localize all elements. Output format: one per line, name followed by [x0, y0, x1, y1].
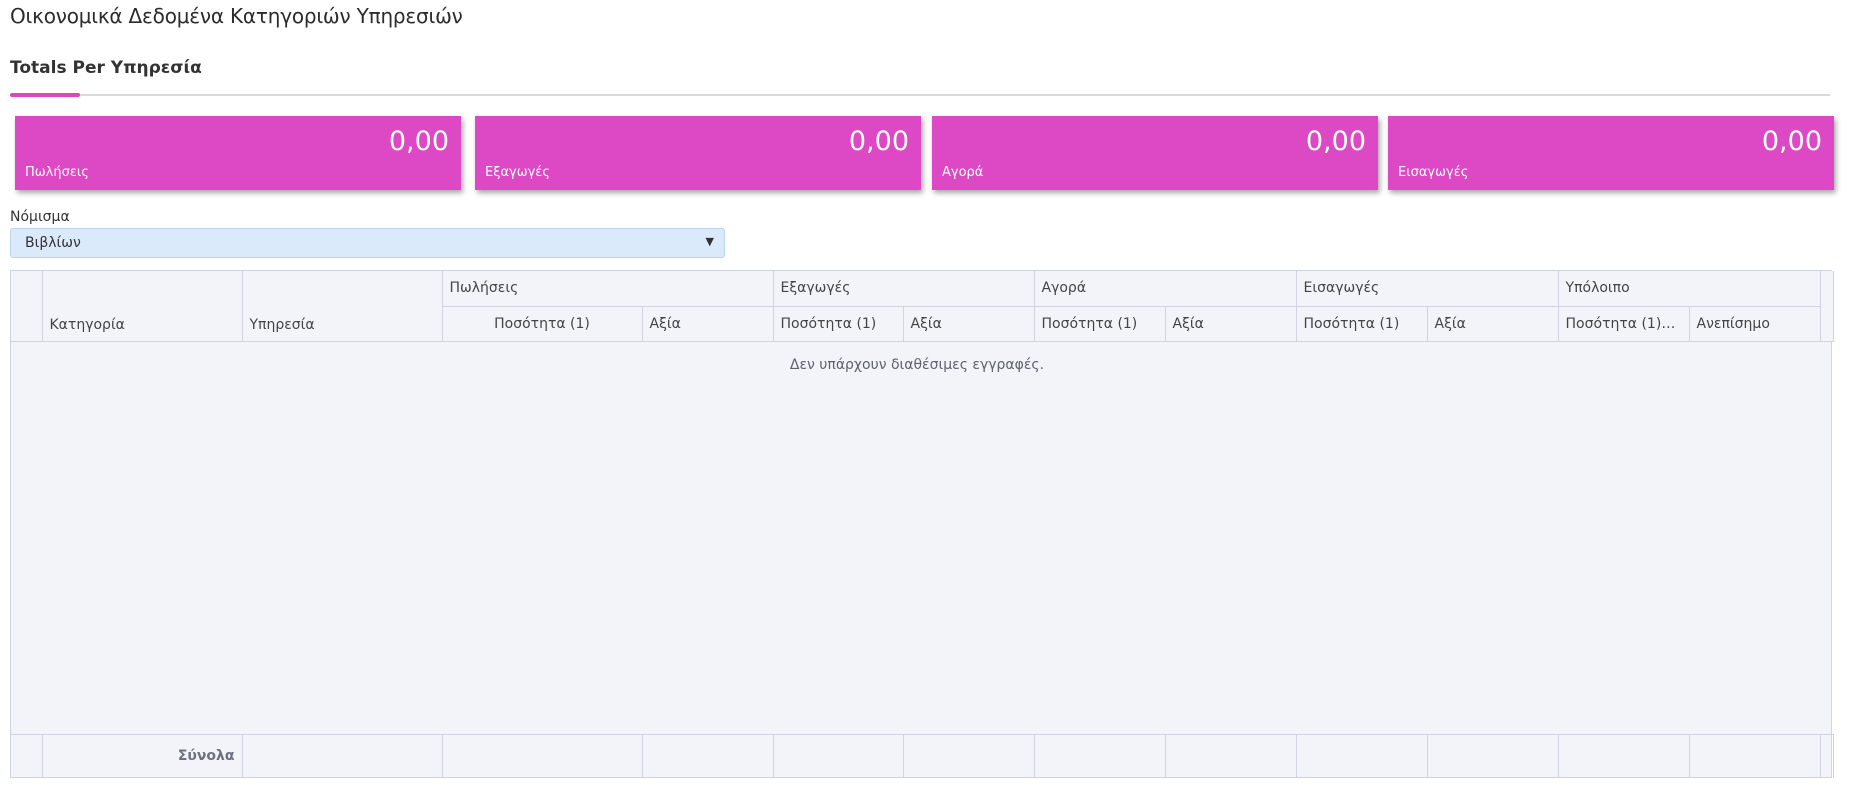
tab-totals-per-service[interactable]: Totals Per Υπηρεσία [10, 58, 202, 78]
caret-down-icon: ▼ [705, 235, 714, 248]
card-value: 0,00 [388, 126, 449, 157]
footer-cell [773, 734, 904, 778]
grid-body [11, 343, 1831, 734]
col-header-balance-qty[interactable]: Ποσότητα (1)Λογιστικό [1558, 306, 1690, 342]
group-header-imports: Εισαγωγές [1296, 271, 1559, 307]
grid-footer: Σύνολα [11, 734, 1834, 778]
footer-cell [1165, 734, 1297, 778]
footer-cell [1296, 734, 1428, 778]
active-tab-indicator [10, 93, 80, 97]
card-label: Εξαγωγές [485, 165, 550, 180]
group-header-sales: Πωλήσεις [442, 271, 774, 307]
tab-bar: Totals Per Υπηρεσία [10, 58, 1830, 97]
col-header-imports-qty[interactable]: Ποσότητα (1) [1296, 306, 1428, 342]
footer-cell [642, 734, 774, 778]
card-value: 0,00 [848, 126, 909, 157]
empty-records-message: Δεν υπάρχουν διαθέσιμες εγγραφές. [789, 357, 1045, 373]
card-exports: 0,00 Εξαγωγές [475, 116, 921, 190]
totals-label: Σύνολα [42, 734, 243, 778]
footer-cell [1820, 734, 1834, 778]
footer-cell [1034, 734, 1166, 778]
col-header-imports-value[interactable]: Αξία [1427, 306, 1559, 342]
footer-cell [242, 734, 443, 778]
grid-scroll-gutter [1820, 271, 1834, 342]
col-header-purchase-qty[interactable]: Ποσότητα (1) [1034, 306, 1166, 342]
col-header-sales-qty[interactable]: Ποσότητα (1) [442, 306, 643, 342]
col-header-category[interactable]: Κατηγορία [42, 271, 243, 342]
currency-select[interactable]: Βιβλίων ▼ [10, 228, 725, 258]
currency-selected-value: Βιβλίων [25, 235, 81, 251]
footer-cell [1558, 734, 1690, 778]
card-imports: 0,00 Εισαγωγές [1388, 116, 1834, 190]
group-header-exports: Εξαγωγές [773, 271, 1035, 307]
col-header-service[interactable]: Υπηρεσία [242, 271, 443, 342]
col-header-balance-unofficial[interactable]: Ανεπίσημο [1689, 306, 1821, 342]
card-purchase: 0,00 Αγορά [932, 116, 1378, 190]
card-label: Αγορά [942, 165, 984, 180]
grid-select-column [11, 271, 43, 342]
card-label: Εισαγωγές [1398, 165, 1469, 180]
page-title: Οικονομικά Δεδομένα Κατηγοριών Υπηρεσιών [10, 4, 463, 28]
card-value: 0,00 [1761, 126, 1822, 157]
footer-cell [1427, 734, 1559, 778]
card-value: 0,00 [1305, 126, 1366, 157]
footer-cell [442, 734, 643, 778]
grid-header: Κατηγορία Υπηρεσία Πωλήσεις Εξαγωγές Αγο… [11, 271, 1834, 342]
col-header-sales-value[interactable]: Αξία [642, 306, 774, 342]
col-header-exports-qty[interactable]: Ποσότητα (1) [773, 306, 904, 342]
group-header-balance: Υπόλοιπο [1558, 271, 1821, 307]
col-header-exports-value[interactable]: Αξία [903, 306, 1035, 342]
data-grid: Κατηγορία Υπηρεσία Πωλήσεις Εξαγωγές Αγο… [10, 270, 1834, 778]
col-header-purchase-value[interactable]: Αξία [1165, 306, 1297, 342]
card-sales: 0,00 Πωλήσεις [15, 116, 461, 190]
footer-cell [11, 734, 43, 778]
currency-label: Νόμισμα [10, 209, 70, 225]
footer-cell [903, 734, 1035, 778]
footer-cell [1689, 734, 1821, 778]
group-header-purchase: Αγορά [1034, 271, 1297, 307]
card-label: Πωλήσεις [25, 165, 89, 180]
